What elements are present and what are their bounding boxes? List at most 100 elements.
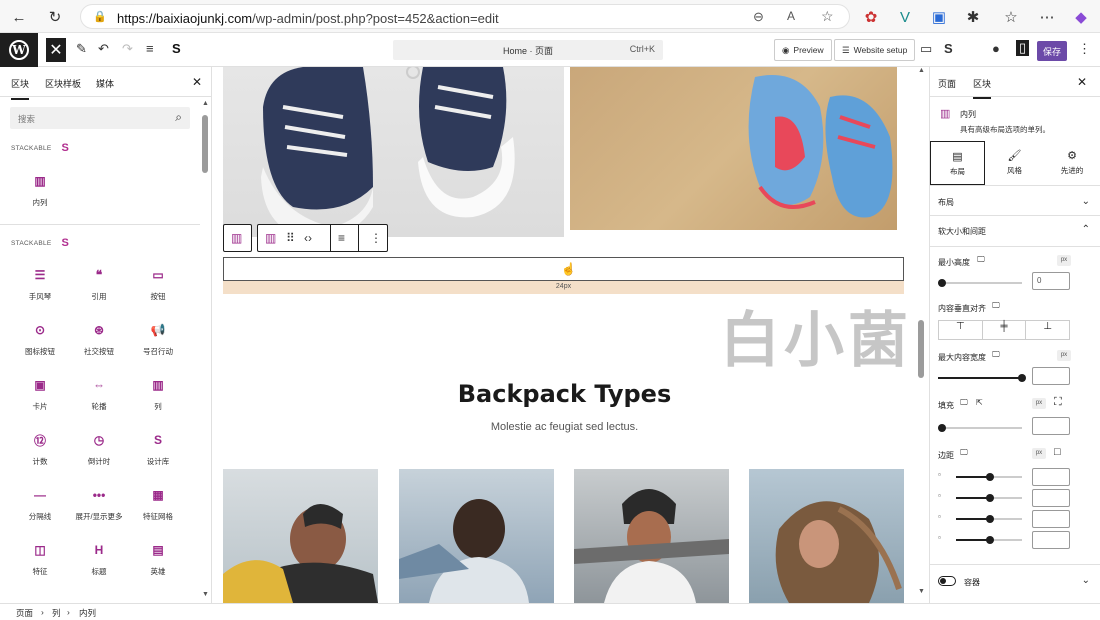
- redo-icon[interactable]: ↷: [122, 41, 133, 57]
- tools-pen-icon[interactable]: ✎: [76, 41, 87, 57]
- slider-knob[interactable]: [938, 424, 946, 432]
- command-palette[interactable]: Home · 页面 Ctrl+K: [393, 40, 663, 60]
- max-width-input[interactable]: [1032, 367, 1070, 385]
- block-item[interactable]: ◫ 特征: [12, 542, 68, 577]
- container-toggle[interactable]: [938, 576, 956, 586]
- margin-input[interactable]: [1032, 489, 1070, 507]
- spacer-block[interactable]: ☝: [223, 257, 904, 281]
- block-item[interactable]: ▭ 按钮: [130, 267, 186, 302]
- chevron-down-icon[interactable]: ⌄: [1082, 575, 1090, 586]
- padding-input[interactable]: [1032, 417, 1070, 435]
- align-icon[interactable]: ≡: [338, 231, 345, 245]
- min-height-slider[interactable]: [938, 279, 1022, 287]
- scrollbar-thumb[interactable]: [918, 320, 924, 378]
- scroll-down-icon[interactable]: ▼: [202, 591, 209, 598]
- block-item[interactable]: ⊙ 图标按钮: [12, 322, 68, 357]
- margin-slider[interactable]: [956, 494, 1022, 502]
- refresh-icon[interactable]: ↻: [44, 6, 66, 28]
- unlink-sides-icon[interactable]: □: [1054, 446, 1061, 458]
- extension-a-icon[interactable]: ▣: [928, 6, 950, 28]
- slider-knob[interactable]: [938, 279, 946, 287]
- unit-selector[interactable]: px: [1032, 448, 1046, 459]
- breadcrumb-item[interactable]: 内列: [79, 607, 96, 619]
- more-icon[interactable]: ⋯: [1036, 6, 1058, 28]
- settings-sidebar-icon[interactable]: ▯: [1016, 40, 1030, 56]
- block-item[interactable]: ▤ 英雄: [130, 542, 186, 577]
- section-heading[interactable]: Backpack Types: [212, 380, 917, 408]
- slider-knob[interactable]: [1018, 374, 1026, 382]
- sneakers-image[interactable]: [223, 67, 564, 237]
- desktop-icon[interactable]: 🖵: [977, 255, 985, 265]
- extension-icon[interactable]: ✿: [860, 6, 882, 28]
- copilot-icon[interactable]: ◆: [1070, 6, 1092, 28]
- block-item[interactable]: ▥ 内列: [12, 173, 68, 208]
- backpack-card-image[interactable]: [574, 469, 729, 603]
- plugin-circle-icon[interactable]: ●: [992, 41, 1000, 56]
- breadcrumb-item[interactable]: 页面: [16, 607, 33, 619]
- move-arrows-icon[interactable]: ‹›: [304, 231, 312, 245]
- unit-selector[interactable]: px: [1057, 255, 1071, 266]
- pointer-icon[interactable]: ⇱: [976, 398, 983, 407]
- desktop-icon[interactable]: 🖵: [960, 448, 968, 458]
- link-sides-icon[interactable]: ⛶: [1054, 396, 1062, 409]
- list-view-icon[interactable]: ≡: [146, 41, 154, 56]
- scroll-up-icon[interactable]: ▲: [918, 67, 925, 74]
- scroll-down-icon[interactable]: ▼: [918, 588, 925, 595]
- address-bar[interactable]: 🔒 https://baixiaojunkj.com/wp-admin/post…: [80, 4, 850, 29]
- margin-slider[interactable]: [956, 536, 1022, 544]
- margin-slider[interactable]: [956, 515, 1022, 523]
- block-item[interactable]: ❝ 引用: [71, 267, 127, 302]
- undo-icon[interactable]: ↶: [98, 41, 109, 57]
- zoom-icon[interactable]: ⊖: [753, 9, 764, 25]
- desktop-icon[interactable]: 🖵: [992, 301, 1000, 311]
- favorites-icon[interactable]: ☆: [1000, 6, 1022, 28]
- unit-selector[interactable]: px: [1032, 398, 1046, 409]
- align-bottom-icon[interactable]: ⊥: [1026, 321, 1069, 339]
- parent-select-button[interactable]: ▥: [223, 224, 252, 252]
- extensions-puzzle-icon[interactable]: ✱: [962, 6, 984, 28]
- block-item[interactable]: ◷ 倒计时: [71, 432, 127, 467]
- close-icon[interactable]: ✕: [1077, 75, 1087, 89]
- block-item[interactable]: ▥ 列: [130, 377, 186, 412]
- block-item[interactable]: ▣ 卡片: [12, 377, 68, 412]
- align-center-icon[interactable]: ╪: [983, 321, 1027, 339]
- tab-page[interactable]: 页面: [938, 77, 956, 90]
- min-height-input[interactable]: 0: [1032, 272, 1070, 290]
- drag-handle-icon[interactable]: ⠿: [286, 231, 295, 245]
- running-shoes-on-sand-image[interactable]: [570, 67, 897, 230]
- backpack-card-image[interactable]: [749, 469, 904, 603]
- chevron-up-icon[interactable]: ⌃: [1082, 224, 1090, 235]
- slider-knob[interactable]: [986, 515, 994, 523]
- backpack-card-image[interactable]: [223, 469, 378, 603]
- block-item[interactable]: 📢 号召行动: [130, 322, 186, 357]
- tab-style[interactable]: 🖌 风格: [986, 141, 1043, 185]
- save-button[interactable]: 保存: [1037, 41, 1067, 61]
- block-item[interactable]: ▦ 特征网格: [130, 487, 186, 522]
- wordpress-logo[interactable]: W: [0, 33, 38, 67]
- desktop-icon[interactable]: 🖵: [992, 350, 1000, 360]
- back-icon[interactable]: ←: [8, 6, 30, 28]
- tab-advanced[interactable]: ⚙ 先进的: [1043, 141, 1100, 185]
- tab-layout[interactable]: ▤ 布局: [930, 141, 985, 185]
- device-preview-icon[interactable]: ▭: [920, 41, 932, 57]
- block-item[interactable]: ⑫ 计数: [12, 432, 68, 467]
- section-subheading[interactable]: Molestie ac feugiat sed lectus.: [212, 421, 917, 433]
- stackable-settings-icon[interactable]: S: [944, 41, 953, 56]
- read-aloud-icon[interactable]: A: [787, 9, 795, 23]
- unit-selector[interactable]: px: [1057, 350, 1071, 361]
- slider-knob[interactable]: [986, 536, 994, 544]
- block-item[interactable]: S 设计库: [130, 432, 186, 467]
- block-item[interactable]: — 分隔线: [12, 487, 68, 522]
- slider-knob[interactable]: [986, 473, 994, 481]
- block-item[interactable]: ⊛ 社交按钮: [71, 322, 127, 357]
- tab-blocks[interactable]: 区块: [11, 77, 30, 100]
- desktop-icon[interactable]: 🖵: [960, 398, 968, 408]
- margin-input[interactable]: [1032, 468, 1070, 486]
- extension-v-icon[interactable]: V: [894, 6, 916, 28]
- slider-knob[interactable]: [986, 494, 994, 502]
- more-options-icon[interactable]: ⋮: [370, 231, 382, 245]
- backpack-card-image[interactable]: [399, 469, 554, 603]
- chevron-down-icon[interactable]: ⌄: [1082, 196, 1090, 207]
- preview-button[interactable]: ◉ Preview: [774, 39, 832, 61]
- tab-media[interactable]: 媒体: [96, 77, 114, 90]
